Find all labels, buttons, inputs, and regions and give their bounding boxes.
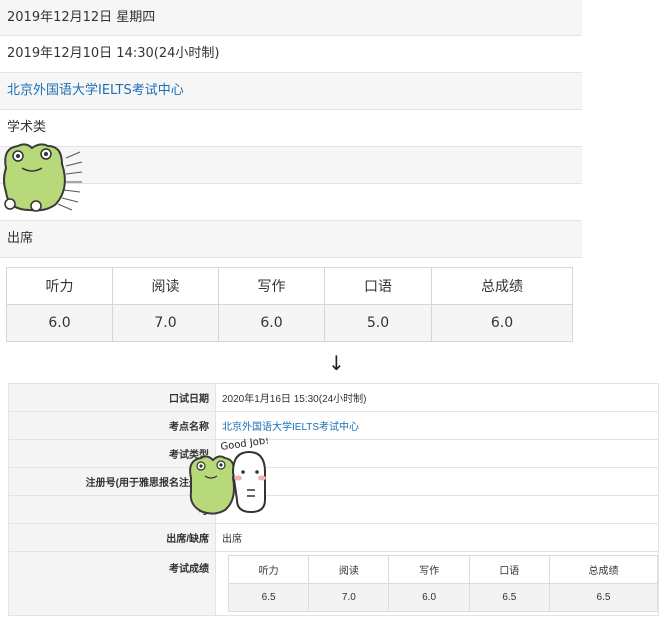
candidate-value xyxy=(215,495,659,524)
score-header-row: 听力 阅读 写作 口语 总成绩 xyxy=(6,267,573,305)
test-type-row: 学术类 xyxy=(0,110,582,147)
attendance-row: 出席/缺席 出席 xyxy=(8,523,659,552)
attendance-label: 出席/缺席 xyxy=(8,523,216,552)
score-value: 6.0 xyxy=(6,304,113,342)
bottom-result-table: 口试日期 2020年1月16日 15:30(24小时制) 考点名称 北京外国语大… xyxy=(8,383,659,616)
candidate-row: 考 xyxy=(8,495,659,524)
score-header: 阅读 xyxy=(112,267,219,305)
score-header: 阅读 xyxy=(308,555,390,584)
test-date-row: 2019年12月12日 星期四 xyxy=(0,0,582,36)
score-header: 写作 xyxy=(388,555,470,584)
score-value-row: 6.5 7.0 6.0 6.5 6.5 xyxy=(227,583,659,612)
registration-value xyxy=(215,467,659,496)
registration-row xyxy=(0,147,582,184)
score-value: 6.5 xyxy=(468,583,550,612)
test-center-link[interactable]: 北京外国语大学IELTS考试中心 xyxy=(215,411,659,440)
test-score-cell: 听力 阅读 写作 口语 总成绩 6.5 7.0 6.0 6.5 6.5 xyxy=(215,551,659,616)
score-header: 写作 xyxy=(218,267,325,305)
attendance-value: 出席 xyxy=(215,523,659,552)
test-type-row: 考试类型 xyxy=(8,439,659,468)
test-center-row: 考点名称 北京外国语大学IELTS考试中心 xyxy=(8,411,659,440)
score-header-row: 听力 阅读 写作 口语 总成绩 xyxy=(227,555,659,584)
score-value: 6.0 xyxy=(431,304,573,342)
test-center-row[interactable]: 北京外国语大学IELTS考试中心 xyxy=(0,73,582,110)
score-value: 6.0 xyxy=(218,304,325,342)
score-value: 7.0 xyxy=(308,583,390,612)
score-header: 总成绩 xyxy=(548,555,659,584)
score-value: 6.5 xyxy=(548,583,659,612)
test-date-value: 2019年12月12日 星期四 xyxy=(7,10,156,25)
bottom-score-table: 听力 阅读 写作 口语 总成绩 6.5 7.0 6.0 6.5 6.5 xyxy=(227,555,659,612)
test-type-value: 学术类 xyxy=(7,120,47,135)
attendance-value: 出席 xyxy=(7,231,34,246)
speaking-date-label: 口试日期 xyxy=(8,383,216,412)
top-result-panel: 2019年12月12日 星期四 2019年12月10日 14:30(24小时制)… xyxy=(0,0,582,258)
score-value-row: 6.0 7.0 6.0 5.0 6.0 xyxy=(6,304,573,342)
test-type-value xyxy=(215,439,659,468)
speaking-date-row: 2019年12月10日 14:30(24小时制) xyxy=(0,36,582,73)
score-value: 7.0 xyxy=(112,304,219,342)
candidate-row xyxy=(0,184,582,221)
attendance-row: 出席 xyxy=(0,221,582,258)
down-arrow-icon: ↓ xyxy=(328,351,345,375)
score-header: 听力 xyxy=(227,555,310,584)
test-center-link[interactable]: 北京外国语大学IELTS考试中心 xyxy=(7,83,184,98)
score-value: 5.0 xyxy=(324,304,432,342)
frog-sticker xyxy=(3,143,83,212)
test-center-label: 考点名称 xyxy=(8,411,216,440)
good-job-sticker: Good Job! xyxy=(189,438,270,515)
speaking-date-row: 口试日期 2020年1月16日 15:30(24小时制) xyxy=(8,383,659,412)
good-job-text: Good Job! xyxy=(220,438,270,453)
score-header: 口语 xyxy=(468,555,550,584)
speaking-date-value: 2019年12月10日 14:30(24小时制) xyxy=(7,46,220,61)
score-header: 总成绩 xyxy=(431,267,573,305)
test-score-label: 考试成绩 xyxy=(8,551,216,616)
test-score-row: 考试成绩 听力 阅读 写作 口语 总成绩 6.5 7.0 6.0 6.5 6.5 xyxy=(8,551,659,616)
top-score-table: 听力 阅读 写作 口语 总成绩 6.0 7.0 6.0 5.0 6.0 xyxy=(6,267,573,342)
score-value: 6.5 xyxy=(227,583,310,612)
score-value: 6.0 xyxy=(388,583,470,612)
registration-row: 注册号(用于雅思报名注册过 xyxy=(8,467,659,496)
score-header: 听力 xyxy=(6,267,113,305)
speaking-date-value: 2020年1月16日 15:30(24小时制) xyxy=(215,383,659,412)
score-header: 口语 xyxy=(324,267,432,305)
